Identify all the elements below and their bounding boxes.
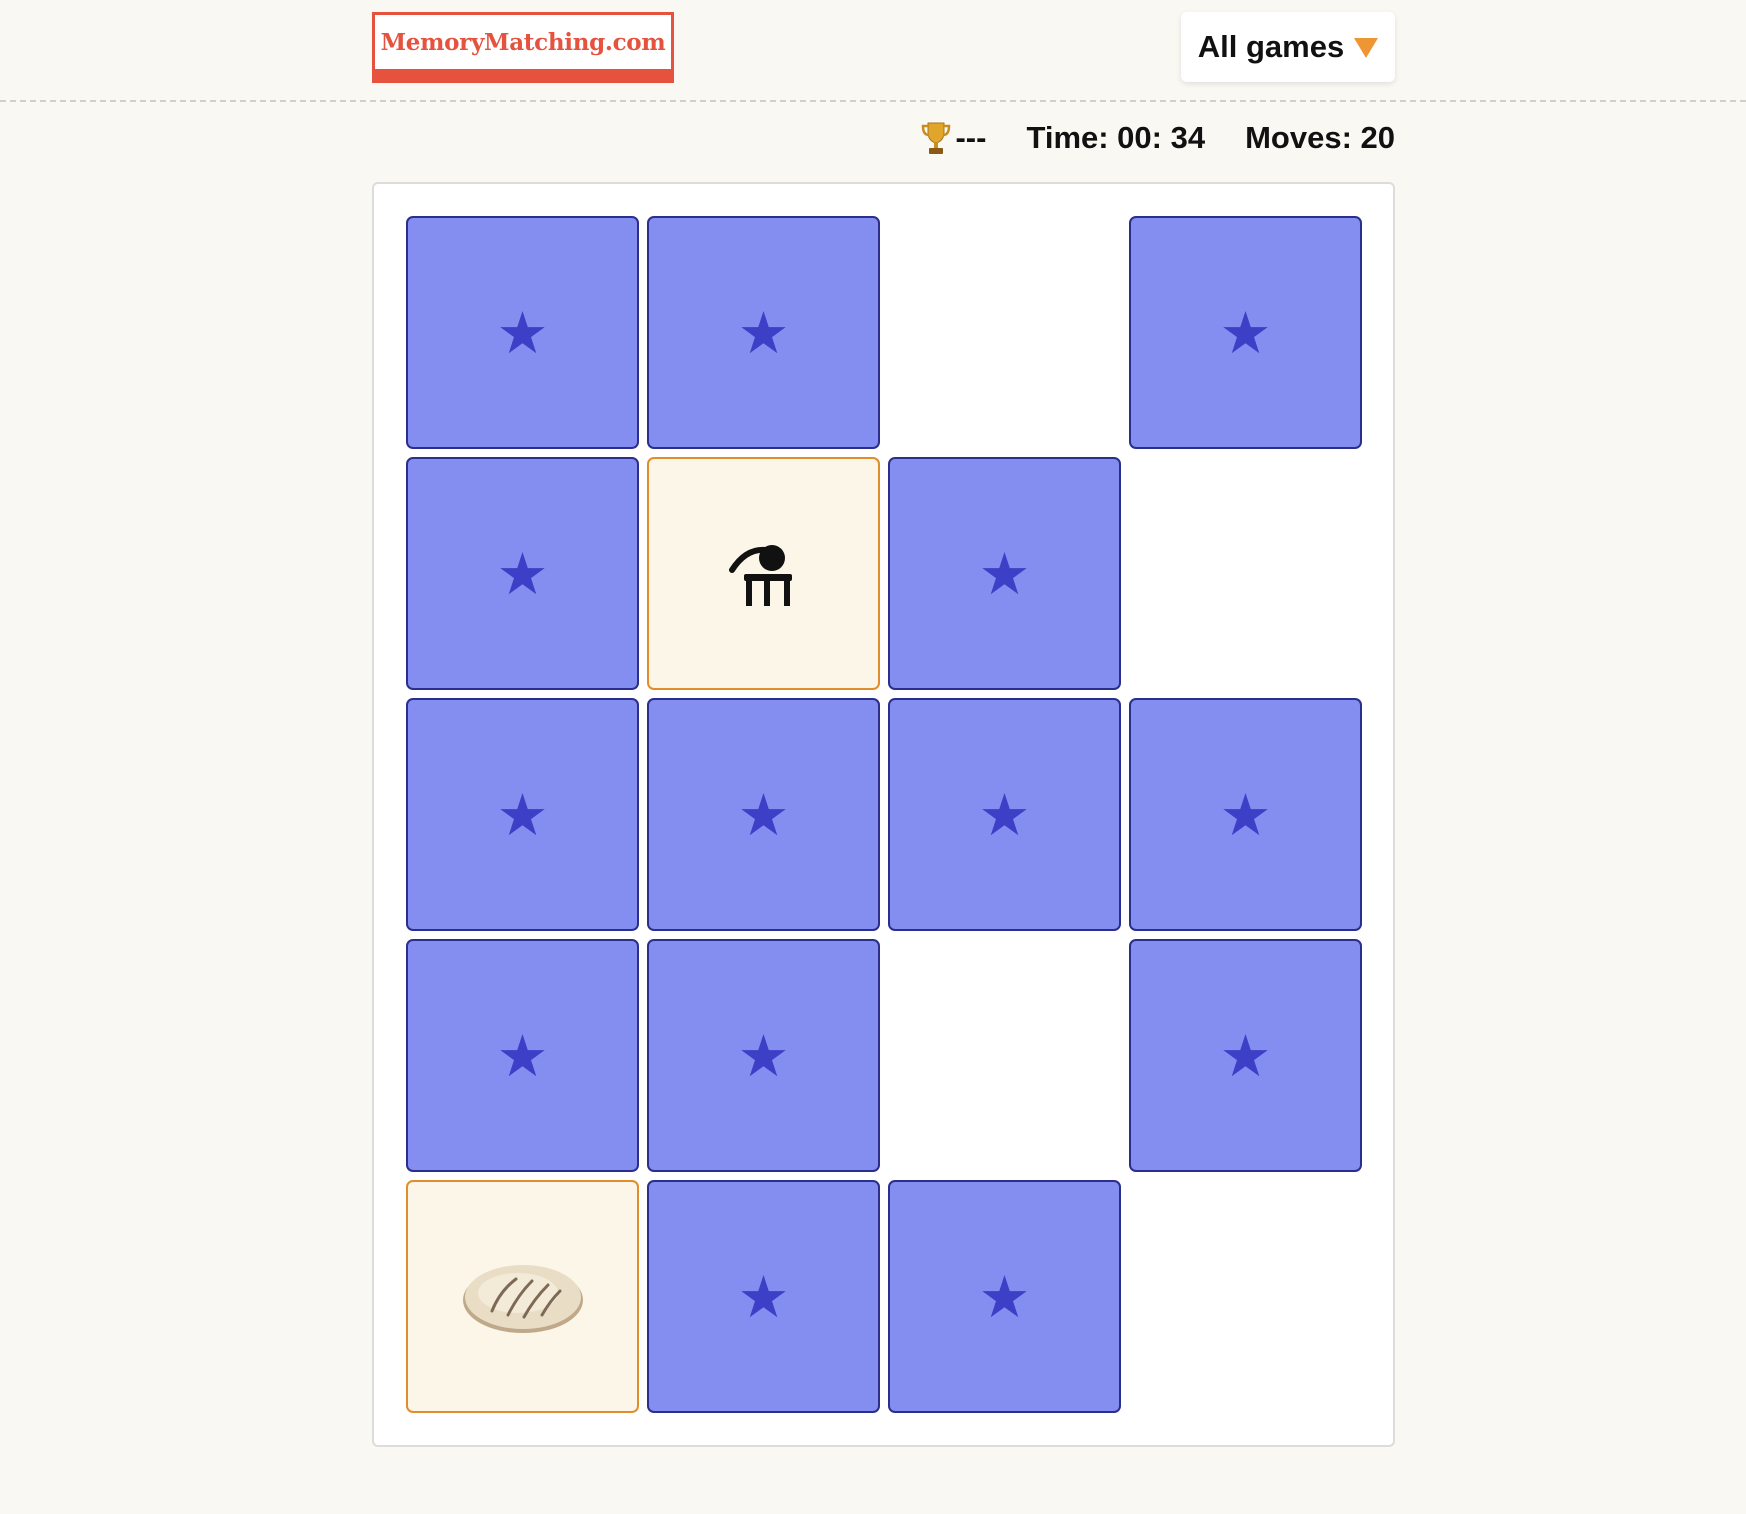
game-stats: --- Time: 00: 34 Moves: 20 [921, 120, 1395, 156]
card-face-down[interactable]: ★ [888, 1180, 1121, 1413]
star-icon: ★ [978, 539, 1031, 608]
all-games-label: All games [1197, 29, 1345, 64]
timer: Time: 00: 34 [1026, 120, 1206, 155]
best-score: --- [921, 120, 986, 156]
star-icon: ★ [496, 1021, 549, 1090]
star-icon: ★ [737, 1262, 790, 1331]
star-icon: ★ [978, 1262, 1031, 1331]
card-face-down[interactable]: ★ [406, 457, 639, 690]
stool-symbol-icon [724, 534, 804, 614]
card-face-down[interactable]: ★ [1129, 216, 1362, 449]
star-icon: ★ [1219, 1021, 1272, 1090]
card-face-down[interactable]: ★ [1129, 939, 1362, 1172]
card-face-down[interactable]: ★ [647, 1180, 880, 1413]
trophy-icon [922, 122, 951, 154]
star-icon: ★ [1219, 780, 1272, 849]
best-score-value: --- [955, 120, 987, 155]
card-face-down[interactable]: ★ [406, 939, 639, 1172]
chevron-down-icon [1354, 38, 1379, 58]
star-icon: ★ [737, 1021, 790, 1090]
logo-text: MemoryMatching.com [380, 29, 666, 56]
card-face-down[interactable]: ★ [647, 216, 880, 449]
all-games-dropdown[interactable]: All games [1181, 12, 1395, 82]
card-face-down[interactable]: ★ [1129, 698, 1362, 931]
card-face-down[interactable]: ★ [406, 698, 639, 931]
star-icon: ★ [496, 539, 549, 608]
star-icon: ★ [496, 780, 549, 849]
star-icon: ★ [978, 780, 1031, 849]
card-face-down[interactable]: ★ [647, 698, 880, 931]
site-logo[interactable]: MemoryMatching.com [372, 12, 674, 83]
star-icon: ★ [737, 298, 790, 367]
star-icon: ★ [496, 298, 549, 367]
pita-bread-icon [458, 1257, 588, 1337]
card-face-down[interactable]: ★ [647, 939, 880, 1172]
move-counter: Moves: 20 [1245, 120, 1395, 155]
star-icon: ★ [737, 780, 790, 849]
game-board: ★ ★ ★ ★ ★ ★ ★ ★ ★ ★ ★ ★ ★ ★ [372, 182, 1395, 1447]
card-face-up-stool-symbol [647, 457, 880, 690]
star-icon: ★ [1219, 298, 1272, 367]
card-face-down[interactable]: ★ [888, 457, 1121, 690]
top-bar: MemoryMatching.com All games [0, 0, 1746, 102]
card-face-down[interactable]: ★ [406, 216, 639, 449]
card-face-down[interactable]: ★ [888, 698, 1121, 931]
card-face-up-pita-bread [406, 1180, 639, 1413]
